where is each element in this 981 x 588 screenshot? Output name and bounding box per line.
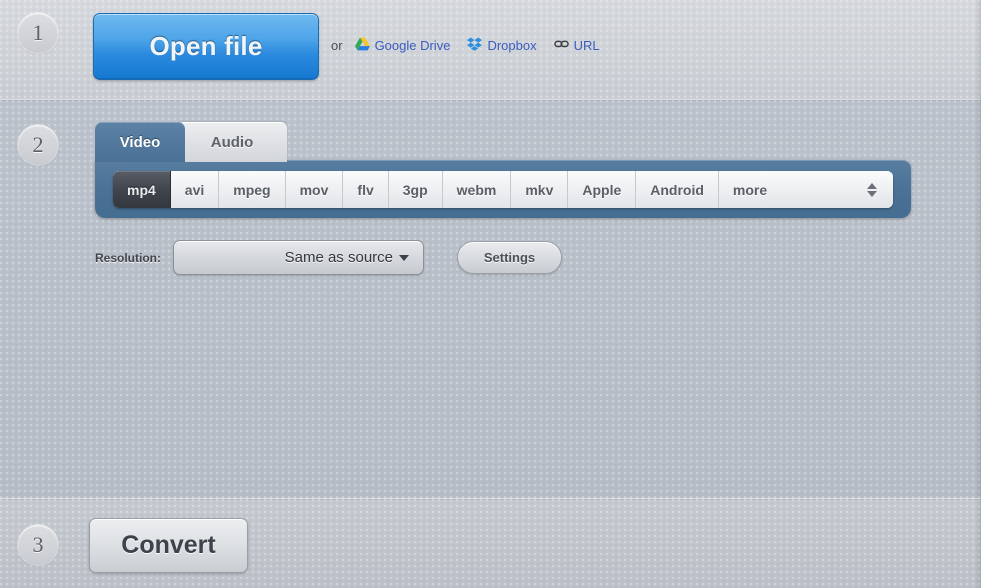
- step-2-label: 2: [32, 132, 44, 157]
- format-option-flv-label: flv: [357, 181, 374, 198]
- format-option-mkv-label: mkv: [525, 181, 554, 198]
- cloud-source-links: or Google Drive Dropbox URL: [331, 37, 608, 54]
- tab-video[interactable]: Video: [95, 122, 185, 162]
- format-option-3gp[interactable]: 3gp: [388, 171, 443, 208]
- open-file-section: 1 Open file or Google Drive Dropbox URL: [0, 0, 981, 99]
- convert-button[interactable]: Convert: [89, 518, 248, 573]
- tab-audio[interactable]: Audio: [177, 122, 287, 162]
- step-1-label: 1: [32, 20, 44, 45]
- step-number-1: 1: [18, 13, 58, 53]
- url-link-label: URL: [573, 38, 600, 53]
- link-icon: [553, 37, 569, 54]
- format-option-avi-label: avi: [184, 181, 205, 198]
- media-type-tabs: Video Audio: [95, 122, 287, 162]
- format-option-android[interactable]: Android: [636, 171, 719, 208]
- google-drive-link[interactable]: Google Drive: [354, 37, 451, 54]
- stepper-updown-icon[interactable]: [867, 182, 877, 197]
- format-option-mov[interactable]: mov: [285, 171, 344, 208]
- format-option-avi[interactable]: avi: [170, 171, 220, 208]
- or-label: or: [331, 38, 343, 53]
- format-option-more[interactable]: more: [718, 171, 893, 208]
- google-drive-icon: [354, 37, 370, 54]
- step-3-label: 3: [32, 532, 44, 557]
- open-file-button-label: Open file: [149, 31, 263, 61]
- google-drive-link-label: Google Drive: [374, 38, 451, 53]
- chevron-down-icon: [399, 254, 409, 261]
- format-option-webm[interactable]: webm: [442, 171, 512, 208]
- settings-button-label: Settings: [483, 250, 536, 265]
- settings-button[interactable]: Settings: [457, 241, 562, 274]
- format-option-mp4[interactable]: mp4: [113, 171, 171, 208]
- format-option-webm-label: webm: [456, 181, 497, 198]
- resolution-row: Resolution: Same as source Settings: [95, 240, 562, 275]
- format-option-apple-label: Apple: [582, 181, 622, 198]
- convert-button-label: Convert: [121, 531, 216, 559]
- dropbox-link-label: Dropbox: [487, 38, 537, 53]
- format-option-3gp-label: 3gp: [402, 181, 428, 198]
- format-option-flv[interactable]: flv: [343, 171, 389, 208]
- format-option-mpeg-label: mpeg: [233, 181, 271, 198]
- format-option-mpeg[interactable]: mpeg: [219, 171, 286, 208]
- format-option-android-label: Android: [650, 181, 704, 198]
- dropbox-link[interactable]: Dropbox: [467, 37, 537, 54]
- step-number-3: 3: [18, 525, 58, 565]
- step-number-2: 2: [18, 125, 58, 165]
- dropbox-icon: [467, 37, 483, 54]
- tab-audio-label: Audio: [210, 133, 254, 151]
- format-option-mkv[interactable]: mkv: [511, 171, 569, 208]
- format-option-apple[interactable]: Apple: [568, 171, 637, 208]
- format-option-more-label: more: [732, 181, 768, 198]
- resolution-label: Resolution:: [95, 250, 161, 265]
- format-list: mp4 avi mpeg mov flv 3gp webm mkv Apple …: [113, 171, 893, 208]
- url-link[interactable]: URL: [553, 37, 600, 54]
- resolution-select[interactable]: Same as source: [173, 240, 424, 275]
- format-option-mov-label: mov: [299, 181, 329, 198]
- resolution-select-value: Same as source: [284, 249, 393, 266]
- open-file-button[interactable]: Open file: [93, 13, 319, 80]
- tab-video-label: Video: [119, 133, 161, 151]
- format-option-mp4-label: mp4: [127, 181, 156, 198]
- format-panel: mp4 avi mpeg mov flv 3gp webm mkv Apple …: [95, 160, 911, 218]
